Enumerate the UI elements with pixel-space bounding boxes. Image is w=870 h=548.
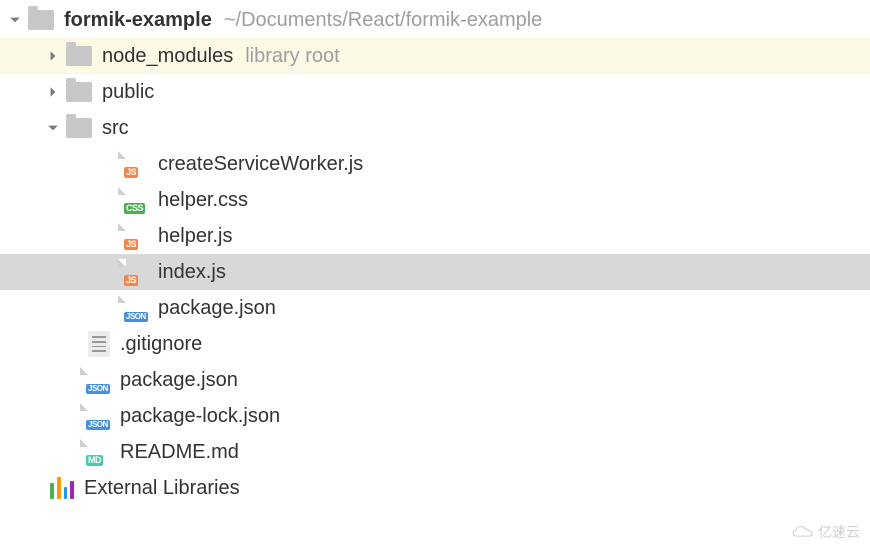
text-file-icon xyxy=(88,331,110,357)
file-label: createServiceWorker.js xyxy=(158,153,363,176)
tree-row-file[interactable]: JSON package.json xyxy=(0,290,870,326)
js-file-icon: JS xyxy=(126,223,148,249)
file-label: package.json xyxy=(120,369,238,392)
chevron-down-icon[interactable] xyxy=(6,11,24,29)
node-label: External Libraries xyxy=(84,477,240,500)
json-file-icon: JSON xyxy=(88,403,110,429)
tree-row-external-libraries[interactable]: External Libraries xyxy=(0,470,870,506)
watermark: 亿速云 xyxy=(792,522,860,542)
watermark-text: 亿速云 xyxy=(818,522,860,542)
tree-row-public[interactable]: public xyxy=(0,74,870,110)
file-label: package.json xyxy=(158,297,276,320)
file-label: README.md xyxy=(120,441,239,464)
node-label: src xyxy=(102,117,129,140)
tree-row-file[interactable]: JS helper.js xyxy=(0,218,870,254)
root-path: ~/Documents/React/formik-example xyxy=(224,9,542,32)
file-label: package-lock.json xyxy=(120,405,280,428)
file-label: helper.css xyxy=(158,189,248,212)
node-label: public xyxy=(102,81,154,104)
tree-row-file[interactable]: .gitignore xyxy=(0,326,870,362)
json-file-icon: JSON xyxy=(88,367,110,393)
json-file-icon: JSON xyxy=(126,295,148,321)
chevron-right-icon[interactable] xyxy=(44,83,62,101)
node-label: node_modules xyxy=(102,45,233,68)
file-label: helper.js xyxy=(158,225,233,248)
folder-icon xyxy=(66,46,92,66)
tree-row-file[interactable]: MD README.md xyxy=(0,434,870,470)
tree-row-root[interactable]: formik-example ~/Documents/React/formik-… xyxy=(0,2,870,38)
css-file-icon: CSS xyxy=(126,187,148,213)
tree-row-file[interactable]: CSS helper.css xyxy=(0,182,870,218)
chevron-down-icon[interactable] xyxy=(44,119,62,137)
file-label: index.js xyxy=(158,261,226,284)
file-label: .gitignore xyxy=(120,333,202,356)
tree-row-file[interactable]: JSON package-lock.json xyxy=(0,398,870,434)
tree-row-file[interactable]: JSON package.json xyxy=(0,362,870,398)
md-file-icon: MD xyxy=(88,439,110,465)
tree-row-file[interactable]: JS createServiceWorker.js xyxy=(0,146,870,182)
folder-icon xyxy=(66,82,92,102)
folder-icon xyxy=(28,10,54,30)
library-icon xyxy=(50,477,74,499)
root-name: formik-example xyxy=(64,9,212,32)
js-file-icon: JS xyxy=(126,259,148,285)
node-hint: library root xyxy=(245,45,339,68)
tree-row-node-modules[interactable]: node_modules library root xyxy=(0,38,870,74)
cloud-icon xyxy=(792,524,814,540)
tree-row-src[interactable]: src xyxy=(0,110,870,146)
project-tree: formik-example ~/Documents/React/formik-… xyxy=(0,0,870,506)
chevron-right-icon[interactable] xyxy=(44,47,62,65)
tree-row-file-selected[interactable]: JS index.js xyxy=(0,254,870,290)
js-file-icon: JS xyxy=(126,151,148,177)
folder-icon xyxy=(66,118,92,138)
